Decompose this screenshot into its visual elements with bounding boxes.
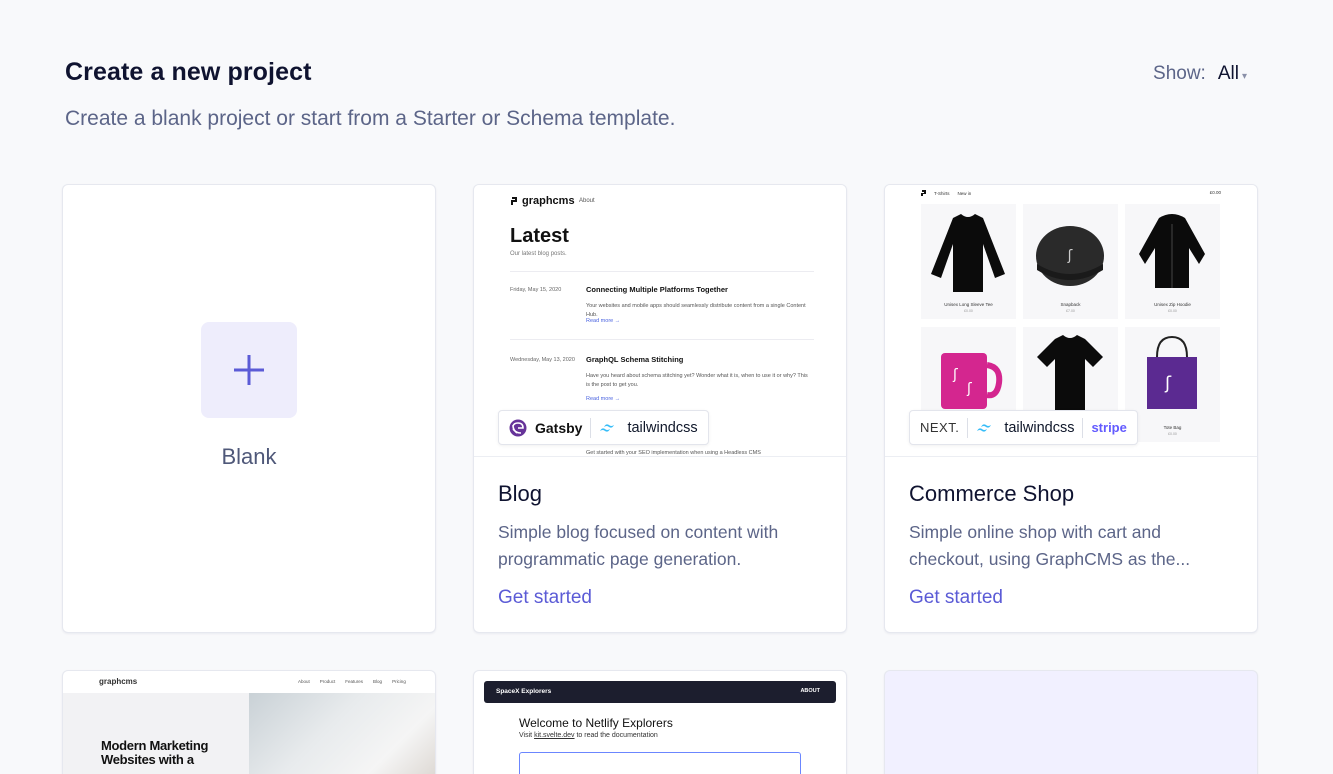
- show-filter-value[interactable]: All ▾: [1218, 63, 1247, 85]
- svg-text:ʃ: ʃ: [1067, 248, 1073, 264]
- post-date: Wednesday, May 13, 2020: [510, 357, 575, 363]
- preview-subheading: Our latest blog posts.: [510, 251, 567, 257]
- tailwind-label: tailwindcss: [627, 419, 698, 436]
- svg-text:ʃ: ʃ: [1164, 373, 1172, 394]
- shop-nav: T-Shirts New in: [921, 190, 971, 197]
- graphcms-mark-icon: [921, 190, 926, 196]
- tailwind-label: tailwindcss: [1004, 419, 1075, 436]
- blank-label: Blank: [221, 444, 277, 469]
- preview-heading: Latest: [510, 225, 569, 247]
- blank-project-card[interactable]: Blank: [62, 184, 436, 633]
- marketing-template-card[interactable]: graphcms About Product Features Blog Pri…: [62, 670, 436, 774]
- show-filter[interactable]: Show: All ▾: [1153, 63, 1247, 85]
- card-description: Simple blog focused on content with prog…: [498, 522, 779, 569]
- card-body: Blog Simple blog focused on content with…: [498, 481, 822, 573]
- divider: [510, 339, 814, 340]
- preview-brand: SpaceX Explorers: [496, 688, 552, 695]
- tailwind-icon: [977, 423, 992, 432]
- svg-text:ʃ: ʃ: [966, 381, 972, 397]
- divider: [510, 271, 814, 272]
- post-title: GraphQL Schema Stitching: [586, 355, 684, 364]
- template-card-placeholder[interactable]: [884, 670, 1258, 774]
- hero-heading: Modern Marketing Websites with a: [101, 738, 209, 767]
- card-title: Commerce Shop: [909, 481, 1075, 506]
- cart-total: £0.00: [1209, 190, 1221, 195]
- post-title: Connecting Multiple Platforms Together: [586, 285, 728, 294]
- gatsby-label: Gatsby: [535, 419, 583, 436]
- tech-badges: NEXT. tailwindcss stripe: [909, 410, 1138, 445]
- blog-template-card[interactable]: graphcms About Latest Our latest blog po…: [473, 184, 847, 633]
- tech-badges: Gatsby tailwindcss: [498, 410, 709, 445]
- preview-about: ABOUT: [800, 688, 820, 694]
- product-tile: ʃ Snapback £7.00: [1023, 204, 1118, 319]
- show-filter-label: Show:: [1153, 63, 1206, 84]
- blog-preview-image: graphcms About Latest Our latest blog po…: [474, 185, 846, 457]
- commerce-template-card[interactable]: T-Shirts New in £0.00 Unisex Long Sleeve…: [884, 184, 1258, 633]
- page-header: Create a new project Create a blank proj…: [65, 58, 1247, 131]
- tote-bag-icon: ʃ: [1147, 335, 1197, 409]
- hero-photo: [249, 693, 435, 774]
- mug-icon: ʃ ʃ: [941, 353, 1003, 409]
- graphcms-logo: graphcms: [510, 195, 575, 207]
- plus-icon: [234, 355, 264, 385]
- snapback-cap-icon: ʃ: [1036, 226, 1104, 286]
- explorers-template-card[interactable]: SpaceX Explorers ABOUT Welcome to Netlif…: [473, 670, 847, 774]
- card-description: Simple online shop with cart and checkou…: [909, 522, 1191, 569]
- tailwind-icon: [600, 423, 615, 432]
- post-text: Get started with your SEO implementation…: [586, 450, 761, 456]
- preview-nav: About Product Features Blog Pricing: [298, 679, 406, 684]
- product-tile: ʃ Tote Bag £0.00: [1125, 327, 1220, 442]
- read-more-link: Read more →: [586, 318, 621, 324]
- svg-text:ʃ: ʃ: [952, 367, 958, 383]
- commerce-preview-image: T-Shirts New in £0.00 Unisex Long Sleeve…: [885, 185, 1257, 457]
- stripe-label: stripe: [1091, 420, 1127, 435]
- post-text: Have you heard about schema stitching ye…: [586, 373, 808, 388]
- badge-separator: [590, 417, 592, 438]
- read-more-link: Read more →: [586, 396, 621, 402]
- long-sleeve-tee-icon: [931, 214, 1005, 292]
- gatsby-icon: [509, 419, 527, 436]
- product-tile: Unisex Long Sleeve Tee £0.00: [921, 204, 1016, 319]
- page-title: Create a new project: [65, 58, 312, 86]
- preview-heading: Welcome to Netlify Explorers: [519, 716, 673, 730]
- badge-separator: [1082, 417, 1084, 438]
- page-subtitle: Create a blank project or start from a S…: [65, 107, 676, 130]
- graphcms-mark-icon: [511, 197, 517, 205]
- get-started-link[interactable]: Get started: [498, 587, 592, 609]
- preview-nav-about: About: [579, 198, 595, 204]
- post-date: Friday, May 15, 2020: [510, 287, 562, 293]
- card-title: Blog: [498, 481, 543, 506]
- preview-input-box: [519, 752, 801, 774]
- nextjs-label: NEXT.: [920, 420, 960, 435]
- plus-tile[interactable]: [201, 322, 297, 418]
- product-tile: Unisex Zip Hoodie £0.00: [1125, 204, 1220, 319]
- preview-navbar: SpaceX Explorers ABOUT: [484, 681, 836, 703]
- graphcms-logo: graphcms: [99, 677, 138, 686]
- get-started-link[interactable]: Get started: [909, 587, 1003, 609]
- badge-separator: [967, 417, 969, 438]
- card-body: Commerce Shop Simple online shop with ca…: [909, 481, 1233, 573]
- tee-icon: [1037, 335, 1103, 411]
- preview-visit-text: Visit kit.svelte.dev to read the documen…: [519, 732, 658, 739]
- zip-hoodie-icon: [1139, 214, 1205, 288]
- chevron-down-icon: ▾: [1241, 71, 1247, 82]
